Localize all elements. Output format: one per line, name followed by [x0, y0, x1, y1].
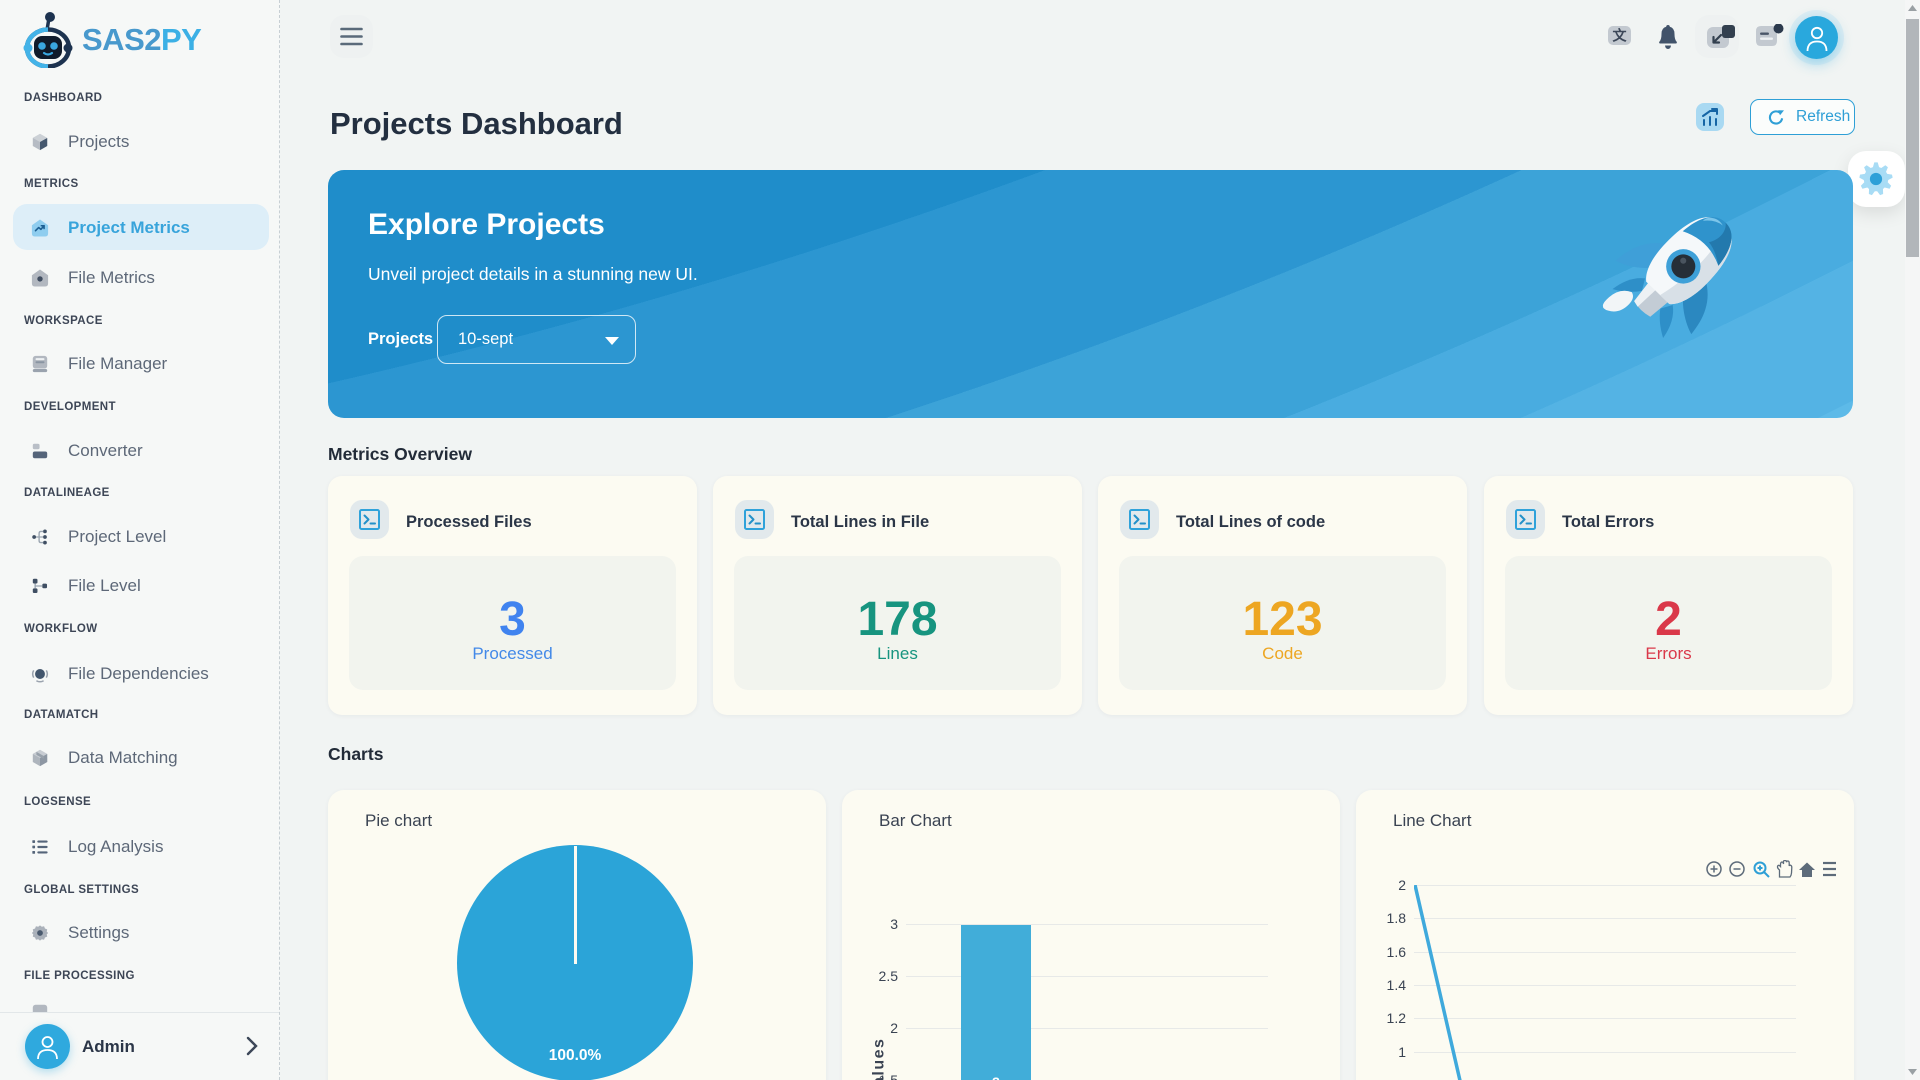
svg-text:文: 文 — [1613, 28, 1628, 44]
